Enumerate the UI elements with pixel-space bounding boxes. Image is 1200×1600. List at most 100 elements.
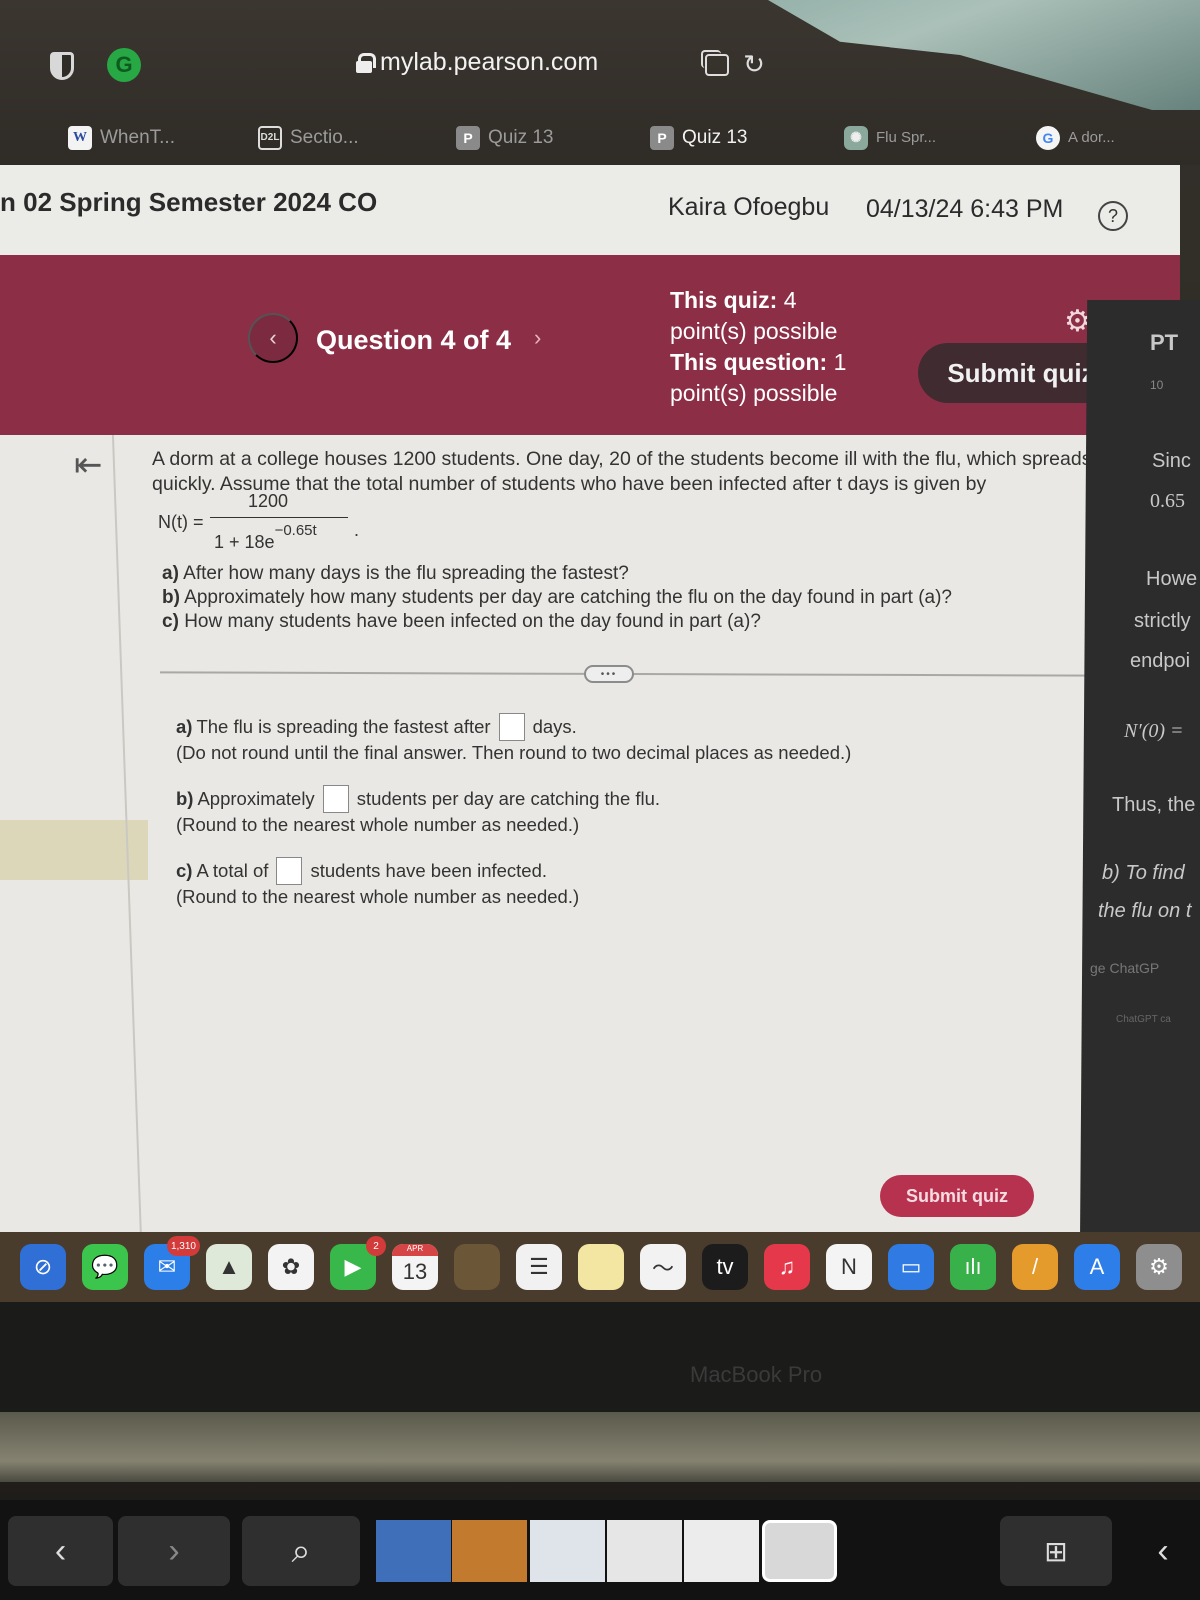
- touchbar-forward-button[interactable]: ›: [118, 1516, 230, 1586]
- dock-app-music[interactable]: ♫: [764, 1244, 810, 1290]
- grammarly-icon[interactable]: G: [107, 48, 141, 82]
- notification-badge: 1,310: [166, 1236, 200, 1256]
- facetime-icon: ▶: [344, 1254, 362, 1279]
- question-part-c: c) How many students have been infected …: [162, 610, 952, 634]
- answer-a-input[interactable]: [498, 713, 525, 741]
- panel-text: b) To find: [1102, 862, 1185, 884]
- dock-app-freeform[interactable]: 〜: [640, 1244, 686, 1290]
- answer-section: a) The flu is spreading the fastest afte…: [176, 713, 851, 929]
- panel-text: endpoi: [1130, 650, 1191, 672]
- tab-section[interactable]: D2L Sectio...: [258, 110, 359, 165]
- tab-thumbnail[interactable]: [452, 1520, 527, 1582]
- panel-disclaimer: ChatGPT ca: [1116, 1014, 1171, 1025]
- answer-b-input[interactable]: [322, 785, 349, 813]
- dock-app-reminders[interactable]: ☰: [516, 1244, 562, 1290]
- points-info: This quiz: 4 point(s) possible This ques…: [670, 285, 846, 409]
- tab-thumbnail[interactable]: [530, 1520, 605, 1582]
- part-text: Approximately how many students per day …: [184, 587, 953, 608]
- tab-label: Quiz 13: [488, 126, 554, 148]
- safari-icon: ⊘: [33, 1254, 53, 1279]
- tab-bar: W WhenT... D2L Sectio... P Quiz 13 P Qui…: [0, 110, 1200, 165]
- dock-app-system-settings[interactable]: ⚙: [1136, 1244, 1182, 1290]
- tab-a-dor[interactable]: G A dor...: [1036, 110, 1115, 165]
- tab-whent[interactable]: W WhenT...: [68, 110, 175, 165]
- quiz-points-label: This quiz:: [670, 287, 778, 313]
- answer-text-after: students per day are catching the flu.: [356, 788, 661, 809]
- denominator-base: 1 + 18e: [214, 532, 275, 552]
- macbook-label: MacBook Pro: [690, 1362, 823, 1387]
- shield-icon[interactable]: [50, 52, 74, 80]
- tab-thumbnail[interactable]: [684, 1520, 759, 1582]
- question-part-a: a) After how many days is the flu spread…: [162, 562, 952, 586]
- tab-quiz-13-active[interactable]: P Quiz 13: [650, 110, 747, 165]
- app-store-icon: A: [1089, 1254, 1105, 1279]
- pages-icon: /: [1031, 1254, 1039, 1279]
- answer-letter: c): [176, 860, 193, 881]
- touchbar-back-button[interactable]: ‹: [8, 1516, 113, 1586]
- calendar-icon: 13: [402, 1259, 428, 1284]
- answer-letter: b): [176, 788, 194, 809]
- photos-icon: ✿: [281, 1254, 301, 1279]
- word-icon: W: [68, 125, 92, 150]
- tab-label: Sectio...: [290, 126, 359, 148]
- messages-icon: 💬: [91, 1254, 119, 1279]
- answer-c-input[interactable]: [276, 857, 303, 885]
- calendar-month: APR: [392, 1244, 438, 1256]
- tab-overview-icon[interactable]: [701, 50, 729, 76]
- address-bar[interactable]: mylab.pearson.com: [356, 48, 598, 77]
- music-icon: ♫: [778, 1254, 796, 1279]
- maps-icon: ▲: [218, 1254, 240, 1279]
- previous-question-button[interactable]: ‹: [248, 313, 298, 363]
- dock-app-keynote[interactable]: ▭: [888, 1244, 934, 1290]
- laptop-base: [0, 1412, 1200, 1482]
- dock-app-finder-blurred[interactable]: [454, 1244, 500, 1290]
- answer-text-before: Approximately: [197, 788, 315, 809]
- next-question-button[interactable]: ›: [534, 325, 541, 351]
- tab-label: A dor...: [1068, 129, 1115, 146]
- tab-quiz-13[interactable]: P Quiz 13: [456, 110, 553, 165]
- dock-app-mail[interactable]: ✉ 1,310: [144, 1236, 200, 1290]
- formula-denominator: 1 + 18e−0.65t: [214, 522, 317, 553]
- collapse-sidebar-icon[interactable]: ⇤: [74, 445, 103, 485]
- course-title: n 02 Spring Semester 2024 CO: [0, 187, 378, 217]
- answer-text-before: The flu is spreading the fastest after: [196, 716, 491, 737]
- touchbar-search-button[interactable]: ⌕: [242, 1516, 360, 1586]
- browser-toolbar: G mylab.pearson.com ↻ W WhenT... D2L Sec…: [0, 0, 1200, 165]
- tab-thumbnail-active[interactable]: [762, 1520, 837, 1582]
- tab-thumbnail[interactable]: [607, 1520, 682, 1582]
- reminders-icon: ☰: [529, 1254, 549, 1279]
- more-options-button[interactable]: •••: [584, 665, 634, 683]
- dock-app-messages[interactable]: 💬: [82, 1244, 128, 1290]
- answer-text-after: students have been infected.: [310, 860, 548, 881]
- dock-app-notes[interactable]: [578, 1244, 624, 1290]
- tab-flu-spr[interactable]: ✺ Flu Spr...: [844, 110, 936, 165]
- dock-app-photos[interactable]: ✿: [268, 1244, 314, 1290]
- dock-app-calendar[interactable]: 13 APR: [392, 1244, 438, 1290]
- dock-app-maps[interactable]: ▲: [206, 1244, 252, 1290]
- touch-bar: ‹ › ⌕ ⊞ ‹: [0, 1500, 1200, 1600]
- dock-app-facetime[interactable]: ▶ 2: [330, 1236, 386, 1290]
- reload-icon[interactable]: ↻: [740, 49, 768, 79]
- help-icon[interactable]: ?: [1098, 201, 1128, 231]
- pearson-icon: P: [456, 125, 480, 150]
- dock-app-news[interactable]: N: [826, 1244, 872, 1290]
- panel-text: 0.65: [1150, 490, 1185, 512]
- photo-of-laptop-screen: G mylab.pearson.com ↻ W WhenT... D2L Sec…: [0, 0, 1200, 1600]
- dock-app-pages[interactable]: /: [1012, 1244, 1058, 1290]
- pearson-icon: P: [650, 125, 674, 150]
- dock-app-app-store[interactable]: A: [1074, 1244, 1120, 1290]
- tab-thumbnail[interactable]: [376, 1520, 451, 1582]
- dock-app-numbers[interactable]: ılı: [950, 1244, 996, 1290]
- panel-text: Howe: [1146, 568, 1198, 590]
- submit-quiz-bottom-button[interactable]: Submit quiz: [880, 1175, 1034, 1217]
- dock-app-apple-tv[interactable]: tv: [702, 1244, 748, 1290]
- answer-c-hint: (Round to the nearest whole number as ne…: [176, 886, 580, 907]
- tab-label: WhenT...: [100, 126, 175, 148]
- part-text: How many students have been infected on …: [184, 611, 761, 632]
- touchbar-new-tab-button[interactable]: ⊞: [1000, 1516, 1112, 1586]
- dock-app-safari[interactable]: ⊘: [20, 1244, 66, 1290]
- touchbar-collapse-button[interactable]: ‹: [1126, 1516, 1200, 1586]
- message-input-placeholder[interactable]: ge ChatGP: [1090, 960, 1159, 976]
- panel-text: 10: [1150, 378, 1164, 392]
- freeform-icon: 〜: [651, 1256, 674, 1281]
